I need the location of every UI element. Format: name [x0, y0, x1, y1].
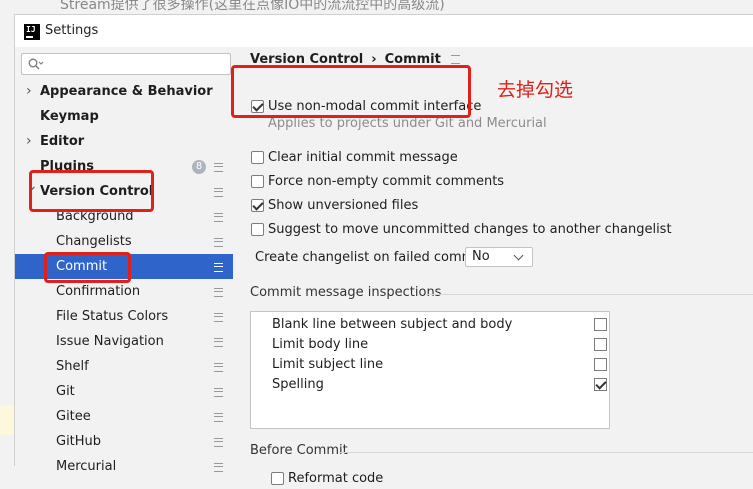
inspection-checkbox[interactable] — [594, 338, 607, 351]
create-changelist-label: Create changelist on failed commit: — [255, 250, 488, 265]
sidebar-item-label: Git — [56, 384, 75, 399]
sidebar-item-gitee[interactable]: Gitee — [15, 404, 233, 429]
checkbox-label: Clear initial commit message — [268, 150, 458, 165]
highlight-non-modal-option — [231, 65, 471, 118]
chevron-right-icon[interactable]: › — [26, 79, 32, 104]
sidebar-item-label: Mercurial — [56, 459, 117, 474]
inspection-label: Limit subject line — [272, 357, 384, 372]
sidebar-item-appearance-behavior[interactable]: › Appearance & Behavior — [15, 79, 233, 104]
sidebar-item-label: Keymap — [40, 109, 99, 124]
highlight-version-control — [29, 170, 154, 212]
update-count-badge: 8 — [192, 160, 206, 174]
chevron-down-icon — [513, 250, 524, 261]
inspections-list: Blank line between subject and body Limit… — [250, 311, 610, 429]
inspection-row[interactable]: Limit body line — [272, 335, 607, 355]
non-modal-hint: Applies to projects under Git and Mercur… — [268, 116, 547, 131]
project-settings-icon — [214, 388, 223, 397]
inspection-row[interactable]: Blank line between subject and body — [272, 315, 607, 335]
project-settings-icon — [214, 363, 223, 372]
sidebar-item-label: Changelists — [56, 234, 132, 249]
sidebar-item-shelf[interactable]: Shelf — [15, 354, 233, 379]
create-changelist-select[interactable]: No — [465, 247, 533, 267]
sidebar-item-editor[interactable]: › Editor — [15, 129, 233, 154]
section-divider — [425, 294, 753, 295]
search-icon — [28, 58, 44, 70]
highlight-commit — [44, 252, 131, 283]
project-settings-icon — [214, 288, 223, 297]
checkbox-label: Force non-empty commit comments — [268, 174, 505, 189]
sidebar-item-keymap[interactable]: Keymap — [15, 104, 233, 129]
title-bar: IJ Settings — [15, 15, 753, 47]
inspection-checkbox[interactable] — [594, 318, 607, 331]
before-commit-title: Before Commit — [250, 443, 348, 458]
project-settings-icon — [214, 213, 223, 222]
window-title: Settings — [45, 23, 99, 38]
sidebar-item-git[interactable]: Git — [15, 379, 233, 404]
sidebar-item-issue-navigation[interactable]: Issue Navigation — [15, 329, 233, 354]
inspection-label: Blank line between subject and body — [272, 317, 513, 332]
checkbox-box[interactable] — [271, 472, 284, 485]
background-strip — [0, 405, 14, 435]
sidebar-item-github[interactable]: GitHub — [15, 429, 233, 454]
project-settings-icon — [450, 55, 460, 64]
project-settings-icon — [214, 263, 223, 272]
project-settings-icon — [214, 413, 223, 422]
project-settings-icon — [214, 463, 223, 472]
background-text: Stream提供了很多操作(这里在点像IO中的流流控中的高级流) — [60, 0, 445, 13]
sidebar-item-label: GitHub — [56, 434, 102, 449]
checkbox-label: Show unversioned files — [268, 198, 419, 213]
section-divider — [339, 452, 753, 453]
sidebar-item-label: Issue Navigation — [56, 334, 164, 349]
checkbox-label: Suggest to move uncommitted changes to a… — [268, 222, 672, 237]
sidebar-item-label: Shelf — [56, 359, 89, 374]
sidebar-item-label: Gitee — [56, 409, 91, 424]
project-settings-icon — [214, 163, 223, 172]
sidebar-item-mercurial[interactable]: Mercurial — [15, 454, 233, 479]
inspection-label: Limit body line — [272, 337, 369, 352]
checkbox-box[interactable] — [251, 175, 264, 188]
inspection-label: Spelling — [272, 377, 324, 392]
chevron-right-icon[interactable]: › — [26, 129, 32, 154]
sidebar-item-label: Editor — [40, 134, 85, 149]
inspection-row[interactable]: Spelling — [272, 375, 607, 395]
inspection-checkbox[interactable] — [594, 358, 607, 371]
checkbox-box[interactable] — [251, 223, 264, 236]
intellij-icon: IJ — [24, 24, 40, 40]
select-value: No — [472, 249, 490, 264]
sidebar-item-label: File Status Colors — [56, 309, 169, 324]
sidebar-item-file-status-colors[interactable]: File Status Colors — [15, 304, 233, 329]
inspections-title: Commit message inspections — [250, 285, 442, 300]
project-settings-icon — [214, 238, 223, 247]
checkbox-box[interactable] — [251, 151, 264, 164]
project-settings-icon — [214, 338, 223, 347]
sidebar-item-changelists[interactable]: Changelists — [15, 229, 233, 254]
checkbox-box[interactable] — [251, 199, 264, 212]
sidebar-item-label: Appearance & Behavior — [40, 84, 213, 99]
project-settings-icon — [214, 188, 223, 197]
checkbox-label: Reformat code — [288, 471, 384, 486]
annotation-text: 去掉勾选 — [497, 79, 574, 101]
search-input[interactable] — [21, 53, 231, 75]
inspection-row[interactable]: Limit subject line — [272, 355, 607, 375]
project-settings-icon — [214, 313, 223, 322]
inspection-checkbox[interactable] — [594, 378, 607, 391]
project-settings-icon — [214, 438, 223, 447]
